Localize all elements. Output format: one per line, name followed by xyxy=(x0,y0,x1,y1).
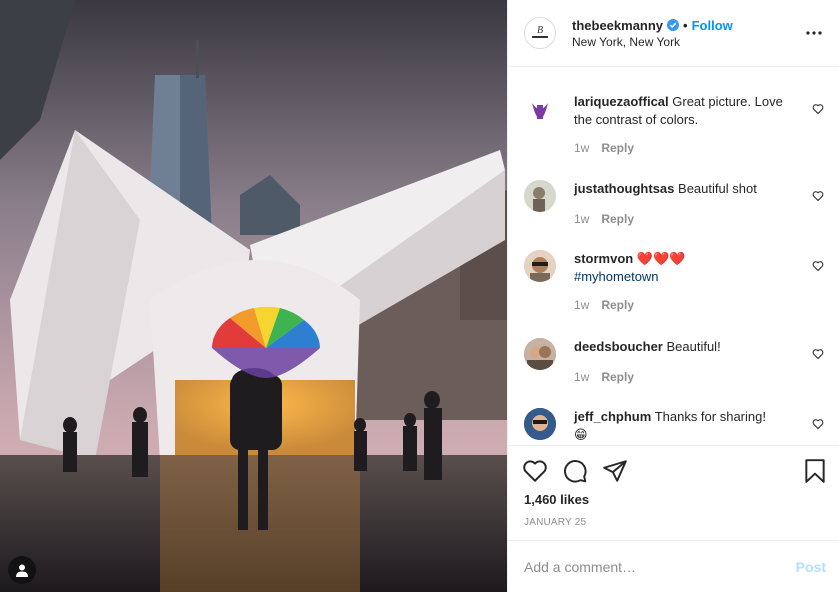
verified-badge-icon xyxy=(667,19,680,31)
reply-button[interactable]: Reply xyxy=(601,212,634,226)
post-date[interactable]: JANUARY 25 xyxy=(524,517,586,528)
author-avatar[interactable]: B xyxy=(524,17,556,49)
commenter-avatar[interactable] xyxy=(524,250,556,282)
comment-like-heart-icon[interactable] xyxy=(812,418,824,430)
comment-hashtag[interactable]: #myhometown xyxy=(574,269,659,284)
comment-input[interactable] xyxy=(524,558,796,575)
follow-button[interactable]: Follow xyxy=(692,17,733,34)
comment-time[interactable]: 1w xyxy=(574,141,589,155)
save-bookmark-icon[interactable] xyxy=(802,458,828,484)
post-location[interactable]: New York, New York xyxy=(572,35,802,50)
commenter-avatar[interactable] xyxy=(524,408,556,440)
more-horizontal-icon[interactable] xyxy=(802,21,826,45)
comment-username[interactable]: justathoughtsas xyxy=(574,181,674,196)
comment-item: justathoughtsas Beautiful shot 1w Reply xyxy=(524,180,824,230)
post-photo[interactable] xyxy=(0,0,507,592)
likes-count[interactable]: 1,460 likes xyxy=(524,492,589,507)
like-heart-icon[interactable] xyxy=(522,458,548,484)
reply-button[interactable]: Reply xyxy=(601,141,634,155)
comment-time[interactable]: 1w xyxy=(574,212,589,226)
commenter-avatar[interactable] xyxy=(524,93,556,125)
comment-emoji: 😁 xyxy=(574,427,588,442)
comment-composer: Post xyxy=(508,540,839,592)
comment-username[interactable]: lariquezaoffical xyxy=(574,94,669,109)
author-username[interactable]: thebeekmanny xyxy=(572,17,663,34)
svg-text:B: B xyxy=(537,25,543,36)
comment-like-heart-icon[interactable] xyxy=(812,103,824,115)
post-modal: B thebeekmanny • Follow New York, New Yo… xyxy=(0,0,839,592)
commenter-avatar[interactable] xyxy=(524,180,556,212)
comment-item: stormvon ❤️❤️❤️ #myhometown 1w Reply xyxy=(524,250,824,320)
comment-like-heart-icon[interactable] xyxy=(812,348,824,360)
post-actions: 1,460 likes JANUARY 25 xyxy=(508,445,839,540)
comment-username[interactable]: deedsboucher xyxy=(574,339,663,354)
commenter-avatar[interactable] xyxy=(524,338,556,370)
reply-button[interactable]: Reply xyxy=(601,298,634,312)
comment-time[interactable]: 1w xyxy=(574,370,589,384)
comment-text: Thanks for sharing! xyxy=(654,409,766,424)
comment-text: Beautiful! xyxy=(666,339,721,354)
post-details-panel: B thebeekmanny • Follow New York, New Yo… xyxy=(507,0,839,592)
comment-username[interactable]: jeff_chphum xyxy=(574,409,651,424)
user-tag-icon[interactable] xyxy=(8,556,36,584)
comment-time[interactable]: 1w xyxy=(574,298,589,312)
comment-like-heart-icon[interactable] xyxy=(812,260,824,272)
header-separator: • xyxy=(683,17,688,33)
comment-item: deedsboucher Beautiful! 1w Reply xyxy=(524,338,824,388)
share-send-icon[interactable] xyxy=(602,458,628,484)
comment-item: jeff_chphum Thanks for sharing! 😁 xyxy=(524,408,824,445)
post-header: B thebeekmanny • Follow New York, New Yo… xyxy=(508,0,839,67)
comment-like-heart-icon[interactable] xyxy=(812,190,824,202)
comment-text: ❤️❤️❤️ xyxy=(636,251,686,266)
reply-button[interactable]: Reply xyxy=(601,370,634,384)
oculus-photo xyxy=(0,0,507,592)
comment-item: lariquezaoffical Great picture. Love the… xyxy=(524,93,824,163)
comments-list[interactable]: lariquezaoffical Great picture. Love the… xyxy=(508,67,839,445)
comment-bubble-icon[interactable] xyxy=(562,458,588,484)
comment-text: Beautiful shot xyxy=(678,181,757,196)
post-comment-button[interactable]: Post xyxy=(796,559,826,575)
comment-username[interactable]: stormvon xyxy=(574,251,633,266)
